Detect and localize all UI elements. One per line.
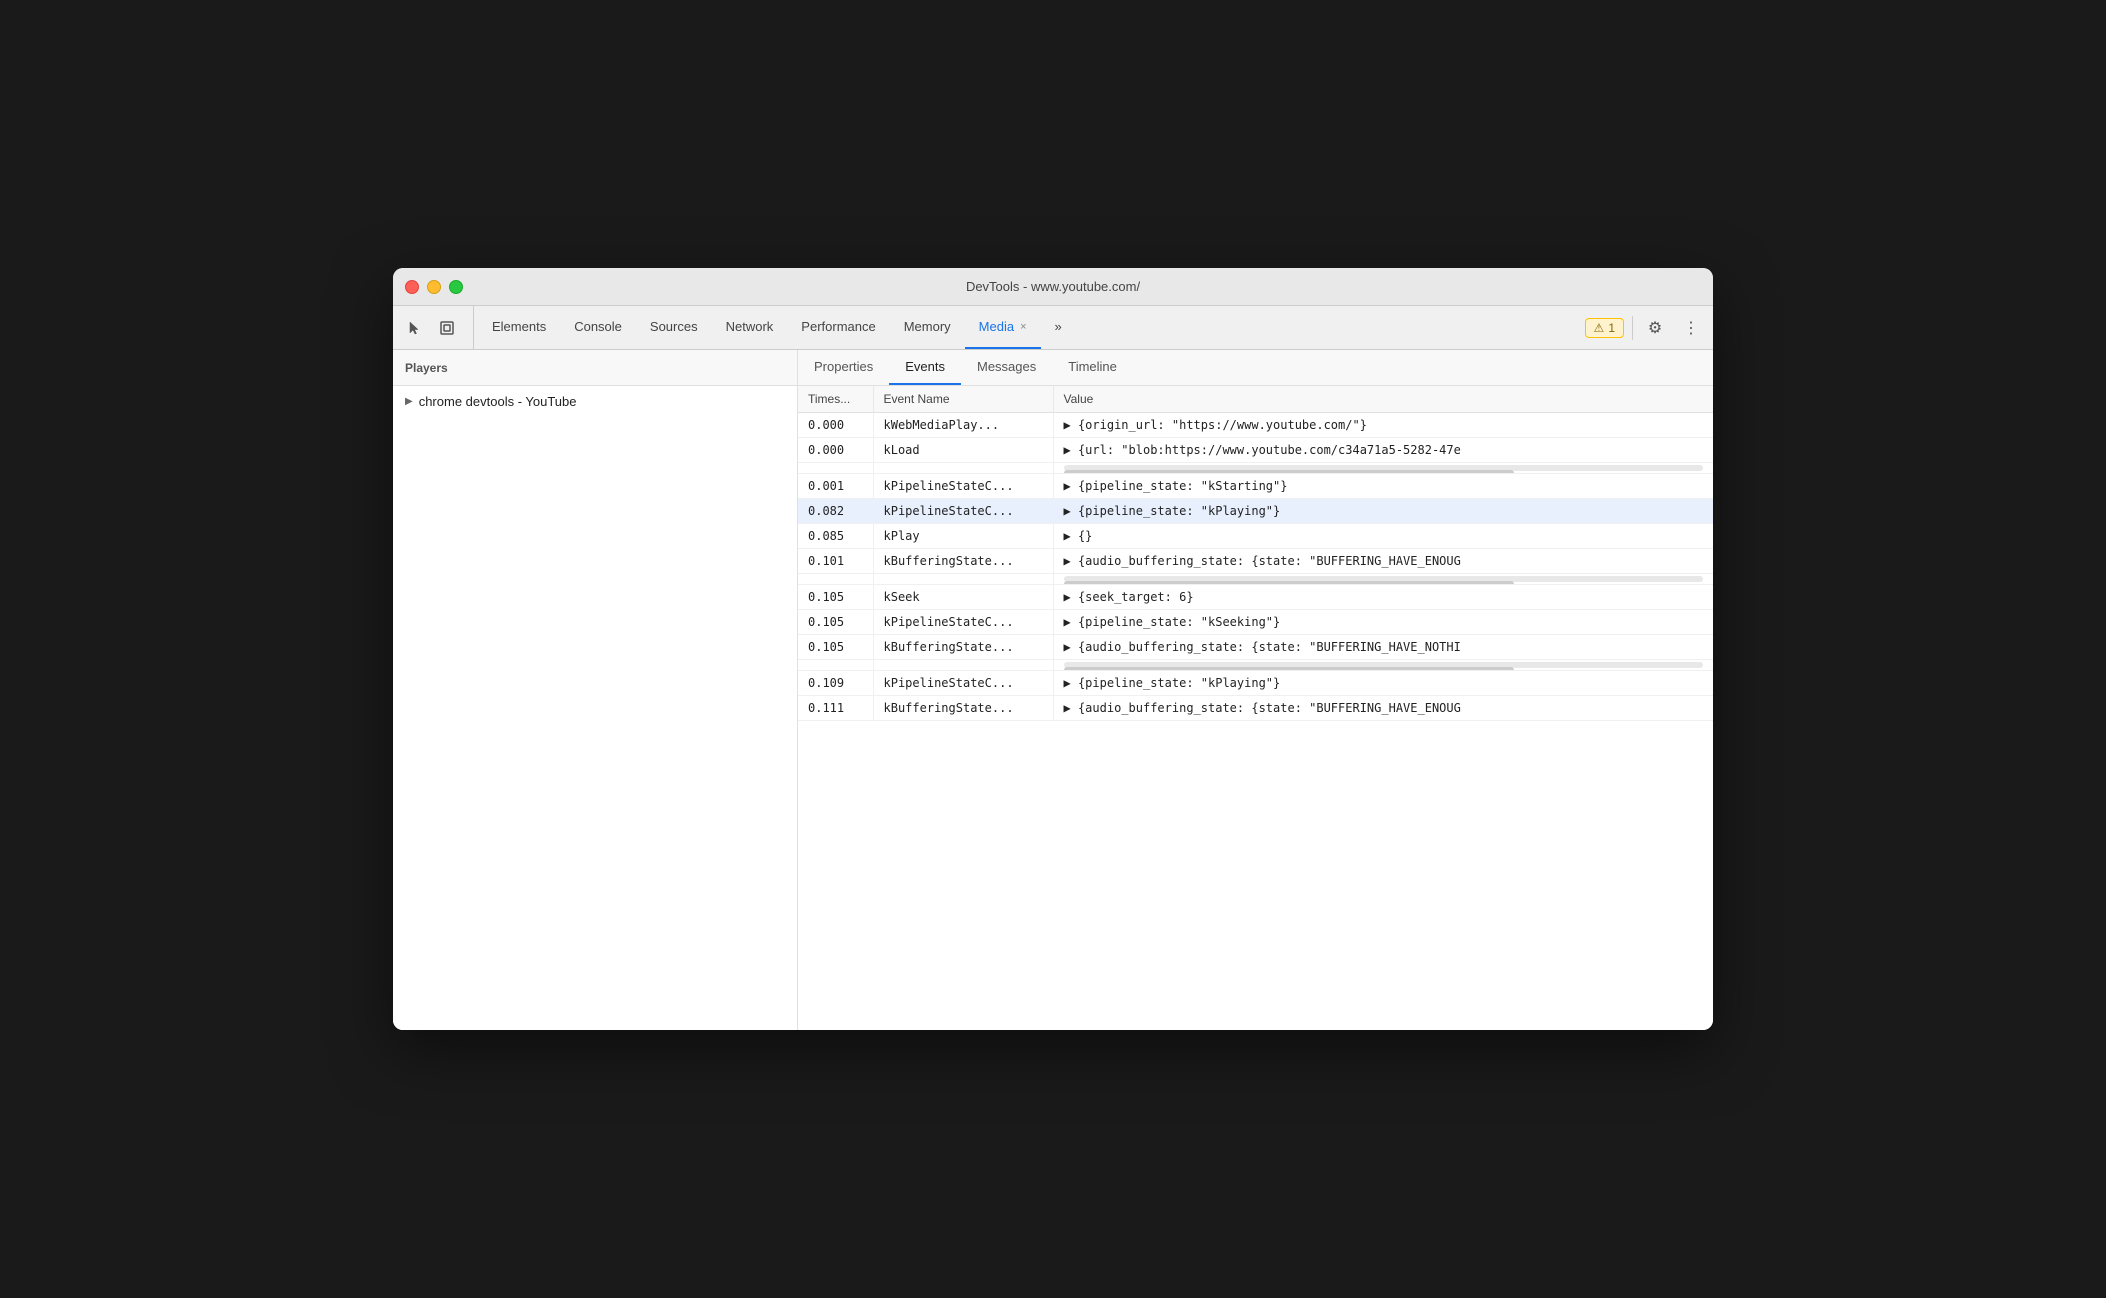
- tab-memory[interactable]: Memory: [890, 306, 965, 349]
- layers-icon[interactable]: [433, 314, 461, 342]
- table-row[interactable]: 0.085kPlay▶ {}: [798, 524, 1713, 549]
- player-item[interactable]: ▶ chrome devtools - YouTube: [393, 386, 797, 417]
- event-name-cell: kPipelineStateC...: [873, 610, 1053, 635]
- timestamp-cell: 0.105: [798, 610, 873, 635]
- close-button[interactable]: [405, 280, 419, 294]
- timestamp-cell: 0.082: [798, 499, 873, 524]
- horizontal-scrollbar[interactable]: [1053, 574, 1713, 585]
- timestamp-cell: 0.001: [798, 474, 873, 499]
- table-row[interactable]: 0.109kPipelineStateC...▶ {pipeline_state…: [798, 671, 1713, 696]
- main-content: Players ▶ chrome devtools - YouTube Prop…: [393, 350, 1713, 1030]
- tab-events[interactable]: Events: [889, 350, 961, 385]
- table-row[interactable]: 0.105kBufferingState...▶ {audio_bufferin…: [798, 635, 1713, 660]
- titlebar: DevTools - www.youtube.com/: [393, 268, 1713, 306]
- tab-sources[interactable]: Sources: [636, 306, 712, 349]
- horizontal-scrollbar[interactable]: [1053, 463, 1713, 474]
- expand-arrow-icon: ▶: [405, 396, 413, 407]
- event-name-cell: kBufferingState...: [873, 635, 1053, 660]
- tab-elements[interactable]: Elements: [478, 306, 560, 349]
- toolbar-right: ⚠ 1 ⚙ ⋮: [1577, 306, 1705, 349]
- content-tabs: Properties Events Messages Timeline: [798, 350, 1713, 386]
- table-row[interactable]: 0.111kBufferingState...▶ {audio_bufferin…: [798, 696, 1713, 721]
- tab-media-close[interactable]: ×: [1020, 321, 1026, 333]
- content-panel: Properties Events Messages Timeline Ti: [798, 350, 1713, 1030]
- table-row[interactable]: 0.001kPipelineStateC...▶ {pipeline_state…: [798, 474, 1713, 499]
- scrollbar-row: [798, 463, 1713, 474]
- timestamp-cell: 0.111: [798, 696, 873, 721]
- tab-messages[interactable]: Messages: [961, 350, 1052, 385]
- value-cell: ▶ {}: [1053, 524, 1713, 549]
- table-row[interactable]: 0.000kWebMediaPlay...▶ {origin_url: "htt…: [798, 413, 1713, 438]
- table-row[interactable]: 0.101kBufferingState...▶ {audio_bufferin…: [798, 549, 1713, 574]
- warning-badge[interactable]: ⚠ 1: [1585, 318, 1624, 338]
- minimize-button[interactable]: [427, 280, 441, 294]
- maximize-button[interactable]: [449, 280, 463, 294]
- table-row[interactable]: 0.105kSeek▶ {seek_target: 6}: [798, 585, 1713, 610]
- nav-tabs: Elements Console Sources Network Perform…: [478, 306, 1577, 349]
- tab-timeline[interactable]: Timeline: [1052, 350, 1133, 385]
- event-name-cell: kPipelineStateC...: [873, 671, 1053, 696]
- event-name-cell: kWebMediaPlay...: [873, 413, 1053, 438]
- tab-console[interactable]: Console: [560, 306, 636, 349]
- toolbar: Elements Console Sources Network Perform…: [393, 306, 1713, 350]
- sidebar: Players ▶ chrome devtools - YouTube: [393, 350, 798, 1030]
- value-cell: ▶ {pipeline_state: "kStarting"}: [1053, 474, 1713, 499]
- table-row[interactable]: 0.105kPipelineStateC...▶ {pipeline_state…: [798, 610, 1713, 635]
- events-table-container[interactable]: Times... Event Name Value 0.000kWebMedia…: [798, 386, 1713, 1030]
- col-header-eventname[interactable]: Event Name: [873, 386, 1053, 413]
- value-cell: ▶ {audio_buffering_state: {state: "BUFFE…: [1053, 635, 1713, 660]
- warning-icon: ⚠: [1594, 321, 1605, 335]
- event-name-cell: kBufferingState...: [873, 696, 1053, 721]
- value-cell: ▶ {origin_url: "https://www.youtube.com/…: [1053, 413, 1713, 438]
- col-header-timestamp[interactable]: Times...: [798, 386, 873, 413]
- events-table: Times... Event Name Value 0.000kWebMedia…: [798, 386, 1713, 721]
- event-name-cell: kPipelineStateC...: [873, 499, 1053, 524]
- table-row[interactable]: 0.082kPipelineStateC...▶ {pipeline_state…: [798, 499, 1713, 524]
- event-name-cell: kLoad: [873, 438, 1053, 463]
- timestamp-cell: 0.105: [798, 635, 873, 660]
- devtools-window: DevTools - www.youtube.com/ Elements Con: [393, 268, 1713, 1030]
- timestamp-cell: 0.105: [798, 585, 873, 610]
- warning-count: 1: [1608, 321, 1615, 335]
- value-cell: ▶ {pipeline_state: "kPlaying"}: [1053, 671, 1713, 696]
- horizontal-scrollbar[interactable]: [1053, 660, 1713, 671]
- value-cell: ▶ {audio_buffering_state: {state: "BUFFE…: [1053, 696, 1713, 721]
- table-row[interactable]: 0.000kLoad▶ {url: "blob:https://www.yout…: [798, 438, 1713, 463]
- col-header-value[interactable]: Value: [1053, 386, 1713, 413]
- toolbar-icons: [401, 306, 474, 349]
- value-cell: ▶ {pipeline_state: "kSeeking"}: [1053, 610, 1713, 635]
- value-cell: ▶ {audio_buffering_state: {state: "BUFFE…: [1053, 549, 1713, 574]
- event-name-cell: kPipelineStateC...: [873, 474, 1053, 499]
- timestamp-cell: 0.000: [798, 438, 873, 463]
- event-name-cell: kBufferingState...: [873, 549, 1053, 574]
- value-cell: ▶ {pipeline_state: "kPlaying"}: [1053, 499, 1713, 524]
- timestamp-cell: 0.101: [798, 549, 873, 574]
- value-cell: ▶ {url: "blob:https://www.youtube.com/c3…: [1053, 438, 1713, 463]
- divider: [1632, 316, 1633, 340]
- timestamp-cell: 0.109: [798, 671, 873, 696]
- more-options-icon[interactable]: ⋮: [1677, 314, 1705, 342]
- traffic-lights: [405, 280, 463, 294]
- event-name-cell: kSeek: [873, 585, 1053, 610]
- tab-properties[interactable]: Properties: [798, 350, 889, 385]
- tab-media[interactable]: Media ×: [965, 306, 1041, 349]
- timestamp-cell: 0.000: [798, 413, 873, 438]
- settings-icon[interactable]: ⚙: [1641, 314, 1669, 342]
- scrollbar-row: [798, 574, 1713, 585]
- tab-performance[interactable]: Performance: [787, 306, 889, 349]
- timestamp-cell: 0.085: [798, 524, 873, 549]
- more-tabs-button[interactable]: »: [1041, 306, 1076, 349]
- scrollbar-row: [798, 660, 1713, 671]
- cursor-icon[interactable]: [401, 314, 429, 342]
- sidebar-header: Players: [393, 350, 797, 386]
- player-label: chrome devtools - YouTube: [419, 394, 577, 409]
- value-cell: ▶ {seek_target: 6}: [1053, 585, 1713, 610]
- window-title: DevTools - www.youtube.com/: [966, 279, 1140, 294]
- tab-network[interactable]: Network: [712, 306, 788, 349]
- event-name-cell: kPlay: [873, 524, 1053, 549]
- table-header-row: Times... Event Name Value: [798, 386, 1713, 413]
